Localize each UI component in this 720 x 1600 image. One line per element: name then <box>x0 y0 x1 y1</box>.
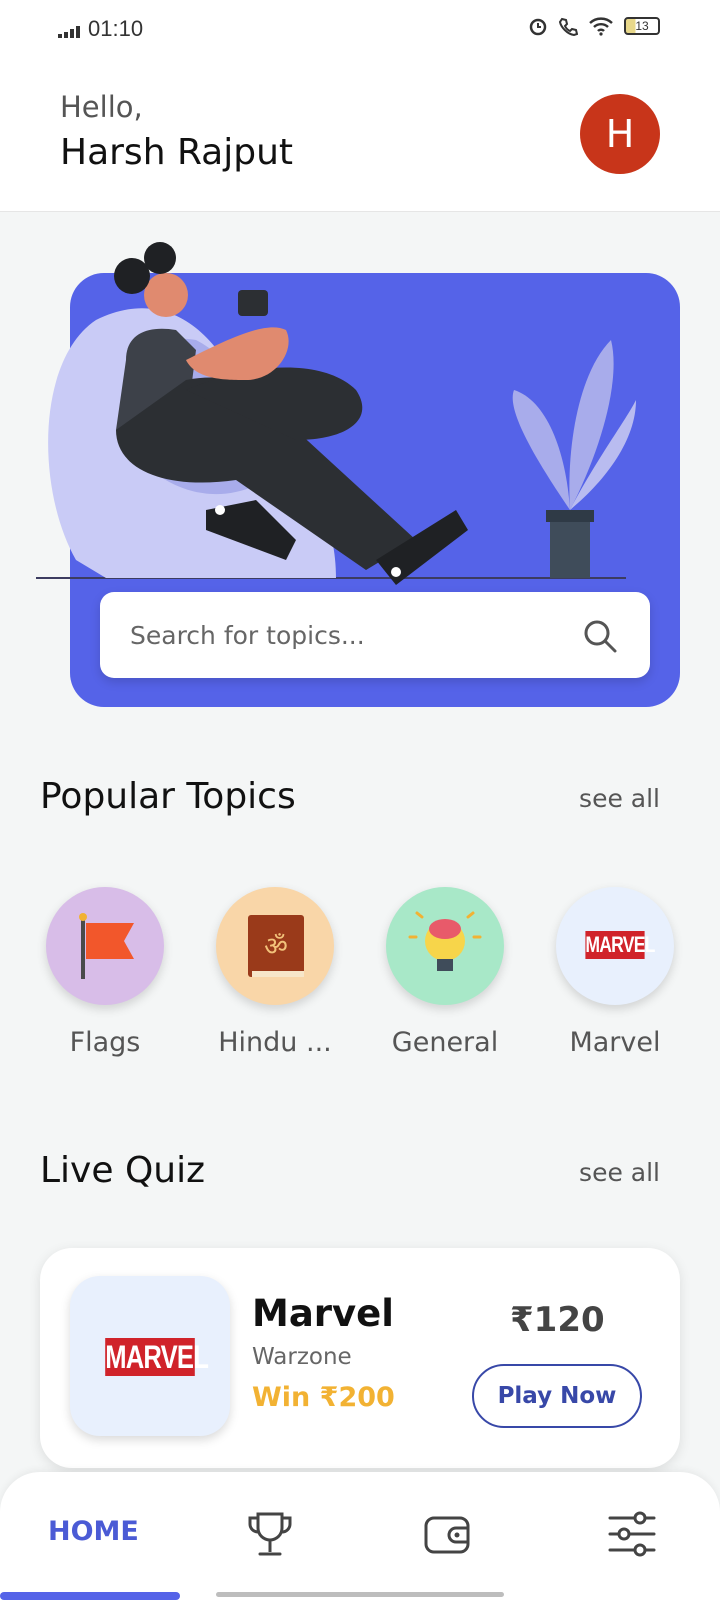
app-header: Hello, Harsh Rajput H <box>0 60 720 212</box>
active-tab-indicator <box>0 1592 180 1600</box>
hero-illustration <box>36 242 636 585</box>
gesture-bar <box>216 1592 504 1597</box>
popular-topics-see-all[interactable]: see all <box>579 784 660 813</box>
topic-general[interactable]: General <box>360 887 530 1058</box>
flag-icon <box>46 887 164 1005</box>
topic-marvel[interactable]: MARVEL Marvel <box>530 887 700 1058</box>
topic-label: Marvel <box>569 1027 661 1058</box>
quiz-subtitle: Warzone <box>252 1344 352 1370</box>
wallet-icon[interactable] <box>420 1506 476 1562</box>
marvel-logo: MARVEL <box>105 1338 209 1376</box>
lightbulb-brain-icon <box>386 887 504 1005</box>
call-icon <box>558 17 578 36</box>
topic-label: General <box>391 1027 499 1058</box>
live-quiz-card[interactable]: MARVEL Marvel Warzone Win ₹200 ₹120 Play… <box>40 1248 680 1468</box>
alarm-icon <box>529 18 547 36</box>
quiz-thumbnail: MARVEL <box>70 1276 230 1436</box>
avatar[interactable]: H <box>580 94 660 174</box>
status-time: 01:10 <box>88 16 144 41</box>
live-quiz-see-all[interactable]: see all <box>579 1158 660 1187</box>
status-bar: 01:10 13 <box>0 0 720 60</box>
marvel-logo-icon: MARVEL <box>556 887 674 1005</box>
user-name: Harsh Rajput <box>60 132 294 173</box>
topic-label: Hindu ... <box>218 1027 332 1058</box>
wifi-icon <box>589 17 613 36</box>
quiz-name: Marvel <box>252 1292 394 1335</box>
battery-icon: 13 <box>624 17 660 35</box>
quiz-win-amount: Win ₹200 <box>252 1382 395 1413</box>
search-icon[interactable] <box>580 616 620 656</box>
topic-label: Flags <box>69 1027 141 1058</box>
live-quiz-title: Live Quiz <box>40 1150 206 1191</box>
popular-topics-title: Popular Topics <box>40 776 296 817</box>
settings-sliders-icon[interactable] <box>604 1506 660 1562</box>
om-book-icon: ॐ <box>216 887 334 1005</box>
search-bar <box>100 592 650 678</box>
greeting-text: Hello, <box>60 90 143 124</box>
trophy-icon[interactable] <box>242 1506 298 1562</box>
quiz-entry-price: ₹120 <box>510 1300 605 1340</box>
signal-icon <box>58 26 80 38</box>
topic-hindu[interactable]: ॐ Hindu ... <box>190 887 360 1058</box>
play-now-button[interactable]: Play Now <box>472 1364 642 1428</box>
bottom-navigation: HOME <box>0 1472 720 1600</box>
nav-home[interactable]: HOME <box>48 1516 139 1547</box>
svg-text:ॐ: ॐ <box>264 932 288 962</box>
search-input[interactable] <box>130 614 550 656</box>
marvel-logo: MARVEL <box>585 931 655 959</box>
topic-flags[interactable]: Flags <box>20 887 190 1058</box>
